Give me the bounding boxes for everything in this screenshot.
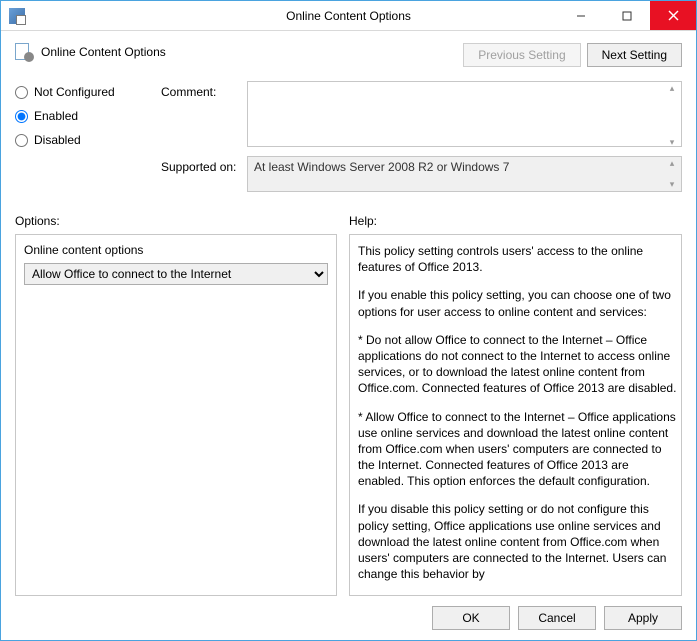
- radio-disabled-input[interactable]: [15, 134, 28, 147]
- supported-on-box: At least Windows Server 2008 R2 or Windo…: [247, 156, 682, 192]
- title-bar[interactable]: Online Content Options: [1, 1, 696, 31]
- help-text: This policy setting controls users' acce…: [358, 243, 677, 275]
- supported-on-value: At least Windows Server 2008 R2 or Windo…: [254, 160, 509, 174]
- page-title: Online Content Options: [41, 45, 166, 59]
- help-text: If you enable this policy setting, you c…: [358, 287, 677, 319]
- radio-enabled-input[interactable]: [15, 110, 28, 123]
- radio-disabled-label: Disabled: [34, 133, 81, 147]
- policy-icon: [15, 43, 33, 61]
- supported-label: Supported on:: [161, 156, 241, 174]
- apply-button[interactable]: Apply: [604, 606, 682, 630]
- window-title: Online Content Options: [1, 9, 696, 23]
- options-section-label: Options:: [15, 214, 337, 228]
- radio-disabled[interactable]: Disabled: [15, 133, 155, 147]
- cancel-button[interactable]: Cancel: [518, 606, 596, 630]
- options-group-label: Online content options: [24, 243, 328, 257]
- ok-button[interactable]: OK: [432, 606, 510, 630]
- radio-enabled-label: Enabled: [34, 109, 78, 123]
- help-section-label: Help:: [349, 214, 377, 228]
- previous-setting-button[interactable]: Previous Setting: [463, 43, 580, 67]
- help-text: If you disable this policy setting or do…: [358, 501, 677, 582]
- comment-textarea[interactable]: [247, 81, 682, 147]
- comment-label: Comment:: [161, 81, 241, 99]
- radio-enabled[interactable]: Enabled: [15, 109, 155, 123]
- radio-not-configured[interactable]: Not Configured: [15, 85, 155, 99]
- options-panel: Online content options Allow Office to c…: [15, 234, 337, 596]
- help-text: * Allow Office to connect to the Interne…: [358, 409, 677, 490]
- radio-not-configured-input[interactable]: [15, 86, 28, 99]
- next-setting-button[interactable]: Next Setting: [587, 43, 682, 67]
- help-panel[interactable]: This policy setting controls users' acce…: [349, 234, 682, 596]
- radio-not-configured-label: Not Configured: [34, 85, 115, 99]
- help-text: * Do not allow Office to connect to the …: [358, 332, 677, 397]
- online-content-select[interactable]: Allow Office to connect to the Internet: [24, 263, 328, 285]
